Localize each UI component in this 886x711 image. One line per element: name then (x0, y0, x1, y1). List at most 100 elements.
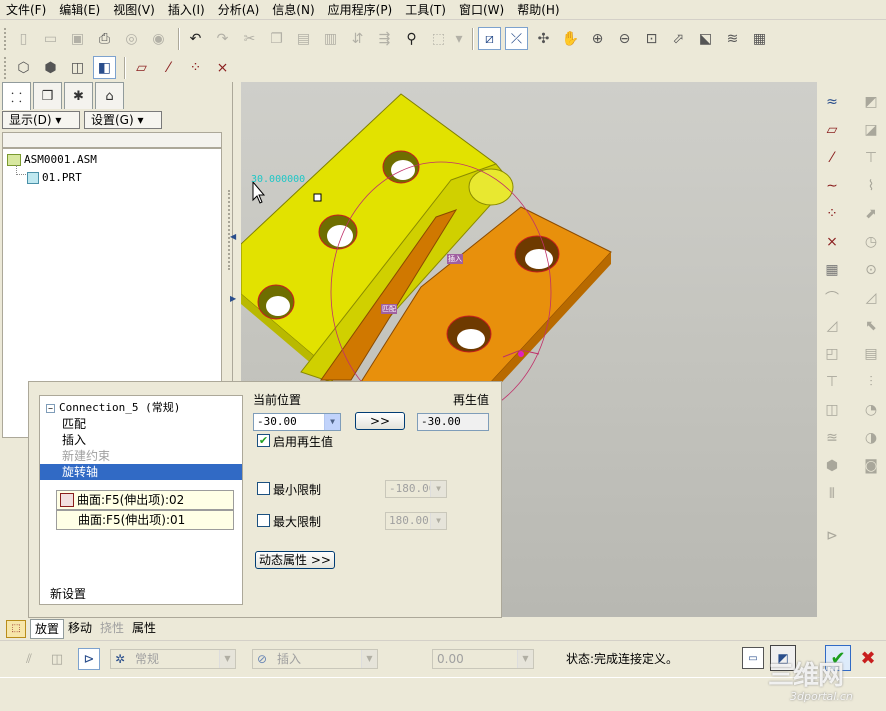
variable-sweep-icon[interactable]: ⊤ (859, 146, 883, 170)
feature-extra-icon[interactable]: ⊳ (820, 524, 844, 548)
connections-tab-icon[interactable]: ⌂ (95, 82, 124, 109)
datum-point-icon[interactable]: ⁘ (820, 202, 844, 226)
trim-feature-icon[interactable]: ◔ (859, 398, 883, 422)
model-tree-tab-icon[interactable]: ⸬ (2, 82, 31, 110)
tab-placement[interactable]: 放置 (30, 619, 65, 639)
datum-points-icon[interactable]: ⁘ (184, 56, 207, 79)
cut-icon[interactable]: ✂ (238, 27, 261, 50)
shading-icon[interactable]: ◧ (93, 56, 116, 79)
new-set-link[interactable]: 新设置 (40, 586, 242, 602)
no-hidden-icon[interactable]: ◫ (66, 56, 89, 79)
coordinate-system-icon[interactable]: ⨯ (820, 230, 844, 254)
save-icon[interactable]: ▣ (66, 27, 89, 50)
tree-item-part[interactable]: 01.PRT (27, 171, 82, 184)
datum-curve-icon[interactable]: ∼ (820, 174, 844, 198)
layers-icon[interactable]: ≋ (721, 27, 744, 50)
tab-flexibility[interactable]: 挠性 (96, 619, 128, 639)
min-limit-checkbox[interactable] (257, 482, 270, 495)
refit-icon[interactable]: ⊡ (640, 27, 663, 50)
min-limit-combo[interactable]: -180.00 ▼ (385, 480, 447, 498)
menu-item-3[interactable]: 插入(I) (162, 0, 212, 20)
current-position-combo[interactable]: -30.00 ▼ (253, 413, 341, 431)
offset-value-combo[interactable]: 0.00 ▼ (432, 649, 534, 669)
menu-item-9[interactable]: 帮助(H) (511, 0, 566, 20)
panel-grip[interactable] (228, 190, 233, 270)
favorites-tab-icon[interactable]: ✱ (64, 82, 93, 109)
merge-feature-icon[interactable]: ⫶ (859, 370, 883, 394)
reorient-icon[interactable]: ⬀ (667, 27, 690, 50)
mirror-tool-icon[interactable]: ⫴ (820, 482, 844, 506)
menu-item-0[interactable]: 文件(F) (0, 0, 53, 20)
chevron-down-icon[interactable]: ▼ (361, 650, 377, 668)
fill-feature-icon[interactable]: ▤ (859, 342, 883, 366)
collapse-right-icon[interactable]: ▶ (230, 294, 236, 303)
regenerate-icon[interactable]: ⇵ (346, 27, 369, 50)
datum-plane-icon[interactable]: ▱ (820, 118, 844, 142)
new-file-icon[interactable]: ▯ (12, 27, 35, 50)
collapse-icon[interactable]: − (46, 404, 55, 413)
hole-feature-icon[interactable]: ⊙ (859, 258, 883, 282)
print-icon[interactable]: ⎙ (93, 27, 116, 50)
reference-box-2[interactable]: 曲面:F5(伸出项):01 (56, 510, 234, 530)
datum-planes-icon[interactable]: ▱ (130, 56, 153, 79)
coordinate-systems-icon[interactable]: ⨯ (211, 56, 234, 79)
redo-icon[interactable]: ↷ (211, 27, 234, 50)
sketch-view-icon[interactable]: ⧄ (478, 27, 501, 50)
saved-views-icon[interactable]: ⬕ (694, 27, 717, 50)
pattern-tool-icon[interactable]: ⬢ (820, 454, 844, 478)
separate-window-icon[interactable]: ◫ (46, 648, 68, 670)
paste-icon[interactable]: ▤ (292, 27, 315, 50)
intersect-feature-icon[interactable]: ◑ (859, 426, 883, 450)
wireframe-icon[interactable]: ⬡ (12, 56, 35, 79)
hidden-line-icon[interactable]: ⬢ (39, 56, 62, 79)
select-dropdown-icon[interactable]: ▾ (454, 27, 464, 50)
pan-hand-icon[interactable]: ✋ (559, 27, 582, 50)
spin-center-icon[interactable]: ✣ (532, 27, 555, 50)
view-manager-icon[interactable]: ▦ (748, 27, 771, 50)
tree-column-header[interactable] (2, 132, 222, 148)
chevron-down-icon[interactable]: ▼ (517, 650, 533, 668)
settings-menu-button[interactable]: 设置(G) ▾ (84, 111, 162, 129)
chevron-down-icon[interactable]: ▼ (430, 513, 446, 529)
sweep-feature-icon[interactable]: ⬉ (859, 314, 883, 338)
email-link-icon[interactable]: ◉ (147, 27, 170, 50)
drag-handle[interactable] (313, 193, 322, 202)
undo-icon[interactable]: ↶ (184, 27, 207, 50)
revolve-tool-icon[interactable]: ◪ (859, 118, 883, 142)
pause-icon[interactable]: ▭ (742, 647, 764, 669)
menu-item-6[interactable]: 应用程序(P) (322, 0, 400, 20)
datum-axes-icon[interactable]: ⁄ (157, 56, 180, 79)
chevron-down-icon[interactable]: ▼ (324, 414, 340, 430)
copy-to-regen-button[interactable]: >> (355, 412, 405, 430)
shell-tool-icon[interactable]: ◿ (820, 314, 844, 338)
email-icon[interactable]: ◎ (120, 27, 143, 50)
constraint-item-new[interactable]: 新建约束 (40, 448, 242, 464)
copy-icon[interactable]: ❐ (265, 27, 288, 50)
drag-component-icon[interactable]: ⤫ (505, 27, 528, 50)
chevron-down-icon[interactable]: ▼ (219, 650, 235, 668)
paste-special-icon[interactable]: ▥ (319, 27, 342, 50)
thicken-feature-icon[interactable]: ◙ (859, 454, 883, 478)
zoom-out-icon[interactable]: ⊖ (613, 27, 636, 50)
hole-tool-icon[interactable]: ⌒ (820, 286, 844, 310)
constraint-item-insert[interactable]: 插入 (40, 432, 242, 448)
draft-tool-icon[interactable]: ⊤ (820, 370, 844, 394)
chevron-down-icon[interactable]: ▼ (430, 481, 446, 497)
menu-item-1[interactable]: 编辑(E) (53, 0, 107, 20)
tab-properties[interactable]: 属性 (128, 619, 160, 639)
round-tool-icon[interactable]: ◫ (820, 398, 844, 422)
reference-box-1[interactable]: 曲面:F5(伸出项):02 (56, 490, 234, 510)
drag-point[interactable] (518, 351, 524, 357)
menu-item-5[interactable]: 信息(N) (266, 0, 321, 20)
cancel-x-icon[interactable]: ✖ (855, 645, 881, 671)
menu-item-7[interactable]: 工具(T) (399, 0, 453, 20)
display-menu-button[interactable]: 显示(D) ▾ (2, 111, 80, 129)
connection-header[interactable]: − Connection_5 (常规) (40, 400, 242, 416)
show-constraints-icon[interactable]: ⊳ (78, 648, 100, 670)
constraint-item-rotation-axis[interactable]: 旋转轴 (40, 464, 242, 480)
select-box-icon[interactable]: ⬚ (427, 27, 450, 50)
open-file-icon[interactable]: ▭ (39, 27, 62, 50)
datum-curve-sketch-icon[interactable]: ≈ (820, 90, 844, 114)
regen-value-field[interactable]: -30.00 (417, 413, 489, 431)
folder-browser-tab-icon[interactable]: ❒ (33, 82, 62, 109)
